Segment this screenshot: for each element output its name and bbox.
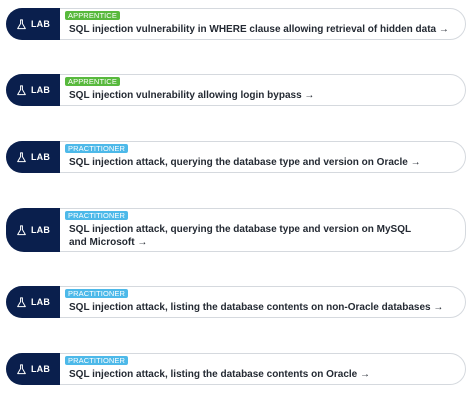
lab-label: LAB	[30, 152, 51, 162]
lab-card[interactable]: LAB APPRENTICE SQL injection vulnerabili…	[6, 74, 466, 106]
lab-title-link[interactable]: SQL injection vulnerability allowing log…	[69, 89, 451, 102]
level-tag: APPRENTICE	[65, 77, 120, 86]
flask-icon	[16, 224, 27, 236]
lab-badge: LAB	[6, 8, 60, 40]
lab-card[interactable]: LAB PRACTITIONER SQL injection attack, l…	[6, 353, 466, 385]
lab-title-link[interactable]: SQL injection attack, querying the datab…	[69, 223, 425, 249]
lab-label: LAB	[30, 85, 51, 95]
lab-badge: LAB	[6, 353, 60, 385]
lab-label: LAB	[30, 19, 51, 29]
lab-card[interactable]: LAB PRACTITIONER SQL injection attack, l…	[6, 286, 466, 318]
lab-badge: LAB	[6, 141, 60, 173]
lab-badge: LAB	[6, 74, 60, 106]
level-tag: PRACTITIONER	[65, 356, 129, 365]
lab-badge: LAB	[6, 286, 60, 318]
lab-title-link[interactable]: SQL injection vulnerability in WHERE cla…	[69, 23, 451, 36]
lab-label: LAB	[30, 364, 51, 374]
flask-icon	[16, 18, 27, 30]
lab-label: LAB	[30, 297, 51, 307]
lab-title-link[interactable]: SQL injection attack, listing the databa…	[69, 368, 451, 381]
lab-title-link[interactable]: SQL injection attack, listing the databa…	[69, 301, 451, 314]
level-tag: PRACTITIONER	[65, 144, 129, 153]
level-tag: APPRENTICE	[65, 11, 120, 20]
flask-icon	[16, 151, 27, 163]
flask-icon	[16, 363, 27, 375]
lab-badge: LAB	[6, 208, 60, 252]
level-tag: PRACTITIONER	[65, 211, 129, 220]
lab-card[interactable]: LAB PRACTITIONER SQL injection attack, q…	[6, 141, 466, 173]
flask-icon	[16, 296, 27, 308]
flask-icon	[16, 84, 27, 96]
level-tag: PRACTITIONER	[65, 289, 129, 298]
lab-title-link[interactable]: SQL injection attack, querying the datab…	[69, 156, 451, 169]
lab-label: LAB	[30, 225, 51, 235]
lab-card[interactable]: LAB PRACTITIONER SQL injection attack, q…	[6, 208, 466, 252]
lab-card[interactable]: LAB APPRENTICE SQL injection vulnerabili…	[6, 8, 466, 40]
